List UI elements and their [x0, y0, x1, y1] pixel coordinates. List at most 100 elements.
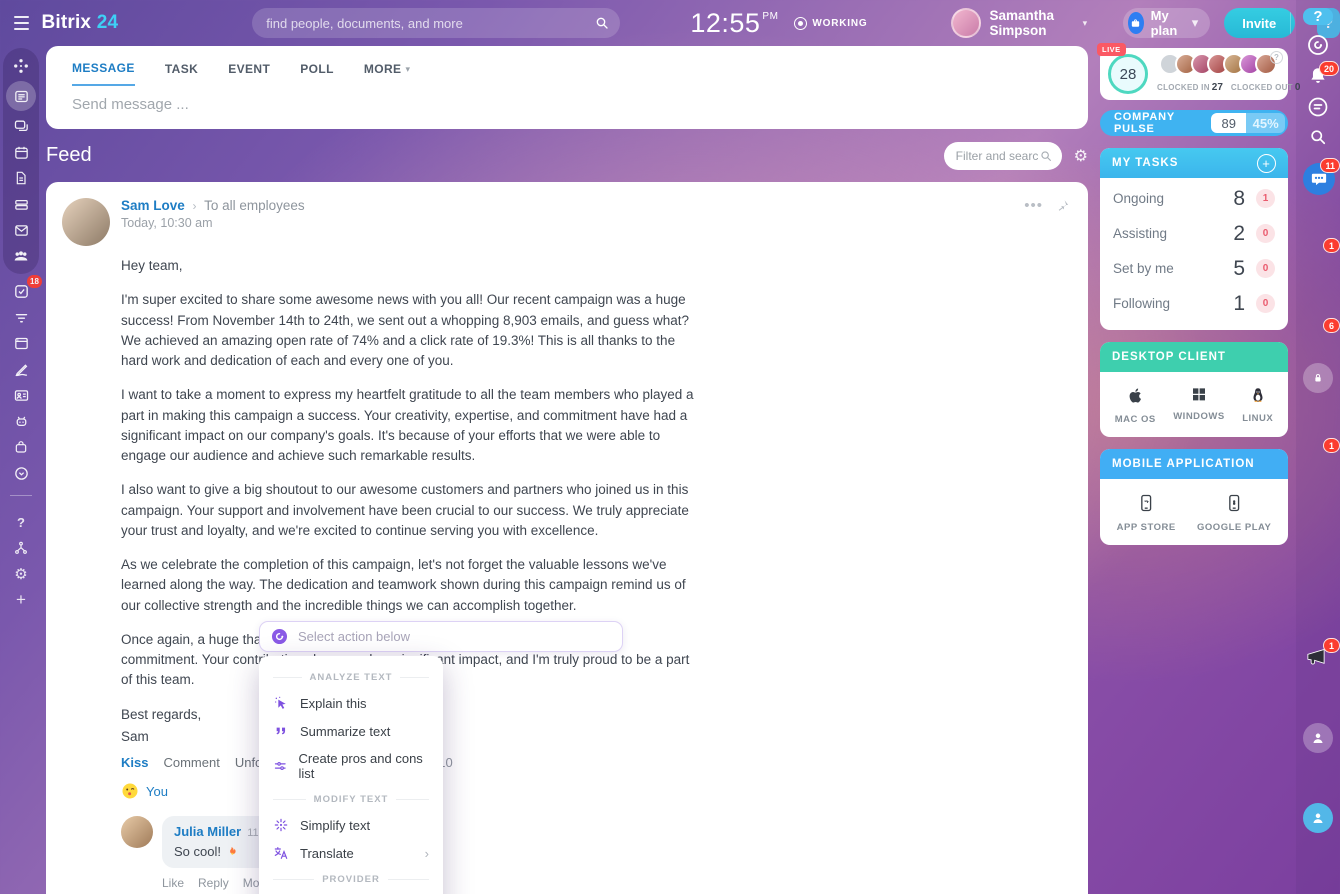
help-icon[interactable]: ? — [1270, 51, 1283, 64]
global-search[interactable] — [252, 8, 620, 38]
clock-in-widget[interactable]: LIVE ? 28 CLOCKED IN27 CLOCKED OUT0 — [1100, 48, 1288, 100]
messenger-strip-icon[interactable] — [1303, 95, 1333, 119]
chat-avatar[interactable] — [1303, 683, 1333, 713]
chat-avatar[interactable] — [1303, 763, 1333, 793]
mobile-appstore-link[interactable]: APP STORE — [1117, 492, 1176, 533]
kiss-emoji-icon[interactable] — [121, 782, 139, 800]
sidebar-item-hr[interactable] — [6, 382, 36, 408]
work-clock[interactable]: 12:55 PM — [690, 8, 778, 38]
comment-author[interactable]: Julia Miller — [174, 824, 241, 839]
clocked-count[interactable]: 28 — [1108, 54, 1148, 94]
sidebar-item-drive[interactable] — [6, 191, 36, 217]
reply-action[interactable]: Reply — [198, 876, 229, 890]
copilot-prompt-input[interactable] — [298, 629, 610, 644]
company-pulse-widget[interactable]: COMPANY PULSE 89 45% — [1100, 110, 1288, 136]
working-status[interactable]: WORKING — [794, 17, 867, 30]
sidebar-item-structure[interactable] — [6, 535, 36, 561]
menu-item-pros-cons[interactable]: Create pros and cons list — [259, 745, 443, 787]
menu-icon[interactable] — [14, 16, 29, 30]
chat-avatar[interactable]: 6 — [1303, 323, 1333, 353]
chat-avatar[interactable] — [1303, 563, 1333, 593]
search-icon[interactable] — [1039, 149, 1053, 163]
tab-message[interactable]: MESSAGE — [72, 61, 135, 86]
menu-item-translate[interactable]: Translate › — [259, 839, 443, 867]
sidebar-item-automation[interactable] — [6, 408, 36, 434]
general-chat[interactable]: 11 — [1303, 163, 1333, 193]
sidebar-item-sites[interactable] — [6, 330, 36, 356]
tab-task[interactable]: TASK — [165, 61, 198, 86]
copilot-strip-icon[interactable] — [1303, 33, 1333, 57]
sidebar-item-messenger[interactable] — [6, 113, 36, 139]
chat-avatar[interactable] — [1303, 883, 1333, 894]
task-row-ongoing[interactable]: Ongoing81 — [1113, 181, 1275, 216]
chat-avatar[interactable]: 1 — [1303, 243, 1333, 273]
locked-chat[interactable] — [1303, 363, 1333, 393]
desktop-macos-link[interactable]: MAC OS — [1115, 385, 1156, 425]
feed-filter[interactable] — [944, 142, 1062, 170]
like-action[interactable]: Like — [162, 876, 184, 890]
search-icon[interactable] — [594, 15, 610, 31]
my-plan-button[interactable]: My plan ▾ — [1123, 8, 1210, 38]
post-recipients[interactable]: To all employees — [204, 198, 305, 213]
post-author[interactable]: Sam Love — [121, 198, 185, 213]
avatar[interactable] — [62, 198, 110, 246]
feed-filter-input[interactable] — [956, 149, 1039, 163]
task-row-assisting[interactable]: Assisting20 — [1113, 216, 1275, 251]
chat-avatar[interactable] — [1303, 843, 1333, 873]
sidebar-item-copilot[interactable] — [6, 53, 36, 79]
help-button[interactable]: ? — [1303, 8, 1333, 25]
tab-event[interactable]: EVENT — [228, 61, 270, 86]
announcement-chat[interactable]: 1 — [1303, 643, 1333, 673]
chat-avatar[interactable] — [1303, 203, 1333, 233]
notifications-bell-icon[interactable]: 20 — [1303, 65, 1333, 87]
reaction-user[interactable]: You — [146, 784, 168, 799]
avatar[interactable] — [121, 816, 153, 848]
task-row-following[interactable]: Following10 — [1113, 286, 1275, 321]
search-strip-icon[interactable] — [1303, 127, 1333, 147]
tab-poll[interactable]: POLL — [300, 61, 334, 86]
chat-avatar[interactable] — [1303, 403, 1333, 433]
user-menu[interactable]: Samantha Simpson ▾ — [951, 8, 1087, 38]
sidebar-item-tasks[interactable]: 18 — [6, 278, 36, 304]
chat-avatar[interactable] — [1303, 603, 1333, 633]
tab-more[interactable]: MORE▾ — [364, 61, 411, 86]
sidebar-item-add[interactable]: + — [6, 587, 36, 613]
mobile-googleplay-link[interactable]: GOOGLE PLAY — [1197, 492, 1271, 533]
menu-item-summarize-text[interactable]: Summarize text — [259, 717, 443, 745]
invite-button[interactable]: Invite ▾ — [1224, 8, 1295, 38]
task-row-set-by-me[interactable]: Set by me50 — [1113, 251, 1275, 286]
sidebar-item-more-apps[interactable] — [6, 460, 36, 486]
copilot-prompt[interactable] — [259, 621, 623, 652]
send-message-input[interactable] — [72, 96, 1062, 113]
kiss-action[interactable]: Kiss — [121, 755, 148, 770]
sidebar-item-groups[interactable] — [6, 243, 36, 269]
pin-icon[interactable] — [1055, 198, 1070, 213]
sidebar-item-sign[interactable] — [6, 356, 36, 382]
sidebar-item-crm[interactable] — [6, 304, 36, 330]
chat-avatar[interactable]: 1 — [1303, 443, 1333, 473]
sidebar-item-docs[interactable] — [6, 165, 36, 191]
chevron-right-icon: › — [425, 846, 429, 861]
sidebar-item-calendar[interactable] — [6, 139, 36, 165]
more-options-icon[interactable]: ••• — [1024, 201, 1043, 211]
chat-avatar[interactable] — [1303, 523, 1333, 553]
feed-settings-gear-icon[interactable]: ⚙ — [1074, 146, 1088, 166]
chat-avatar[interactable] — [1303, 483, 1333, 513]
global-search-input[interactable] — [266, 16, 594, 31]
desktop-linux-link[interactable]: LINUX — [1242, 385, 1273, 425]
sidebar-item-settings[interactable]: ⚙ — [6, 561, 36, 587]
comment-text: So cool! — [174, 844, 221, 859]
desktop-windows-link[interactable]: WINDOWS — [1173, 385, 1225, 425]
add-task-button[interactable]: + — [1257, 154, 1276, 173]
sidebar-item-market[interactable] — [6, 434, 36, 460]
app-logo[interactable]: Bitrix 24 — [41, 12, 118, 34]
chat-avatar[interactable] — [1303, 723, 1333, 753]
chat-avatar[interactable] — [1303, 803, 1333, 833]
chat-avatar[interactable] — [1303, 283, 1333, 313]
sidebar-item-mail[interactable] — [6, 217, 36, 243]
comment-action[interactable]: Comment — [163, 755, 219, 770]
menu-item-explain-this[interactable]: Explain this — [259, 689, 443, 717]
sidebar-item-help[interactable]: ? — [6, 509, 36, 535]
sidebar-item-feed[interactable] — [6, 81, 36, 111]
menu-item-simplify-text[interactable]: Simplify text — [259, 811, 443, 839]
